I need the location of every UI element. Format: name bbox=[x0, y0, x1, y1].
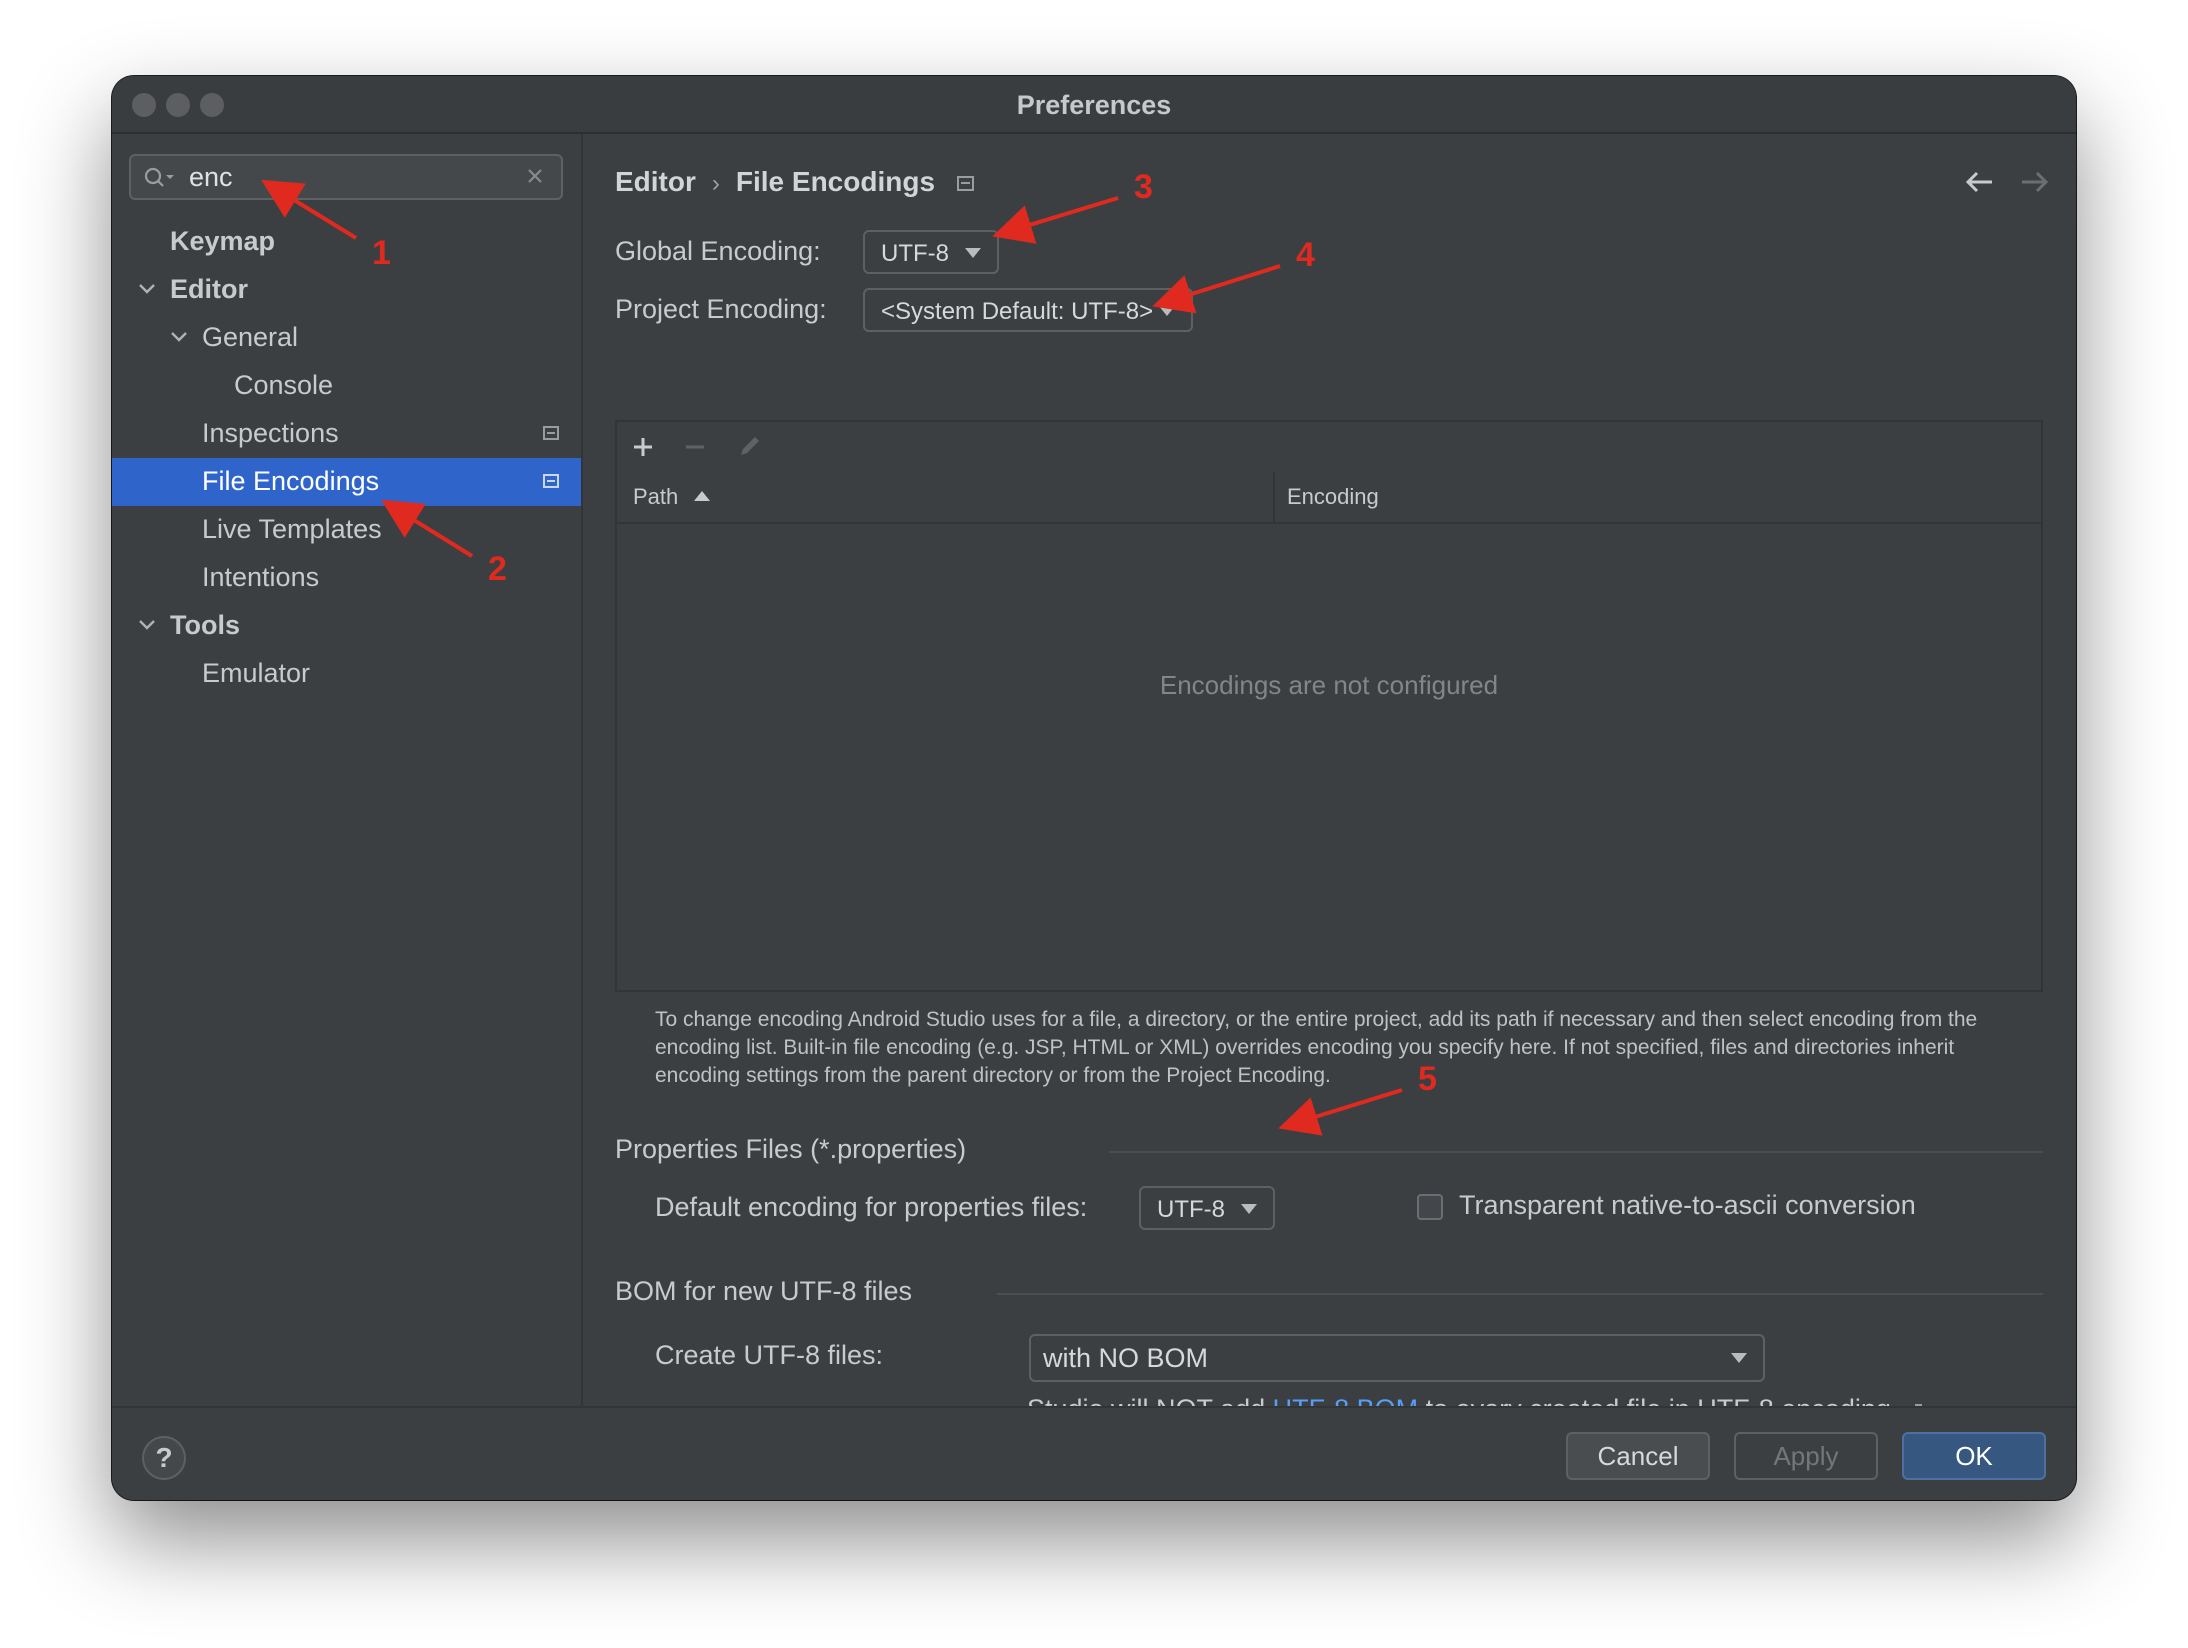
annotation-arrow-4 bbox=[1152, 264, 1281, 314]
annotation-arrows bbox=[261, 179, 1403, 1136]
annotation-label-1: 1 bbox=[372, 234, 391, 272]
annotation-arrow-5 bbox=[1278, 1088, 1403, 1136]
annotation-arrow-1 bbox=[261, 179, 358, 240]
annotation-arrow-2 bbox=[381, 499, 474, 558]
annotation-label-5: 5 bbox=[1418, 1060, 1437, 1098]
annotation-label-4: 4 bbox=[1296, 236, 1315, 274]
annotation-label-2: 2 bbox=[488, 550, 507, 588]
annotation-arrow-3 bbox=[992, 196, 1119, 244]
annotation-label-3: 3 bbox=[1134, 168, 1153, 206]
